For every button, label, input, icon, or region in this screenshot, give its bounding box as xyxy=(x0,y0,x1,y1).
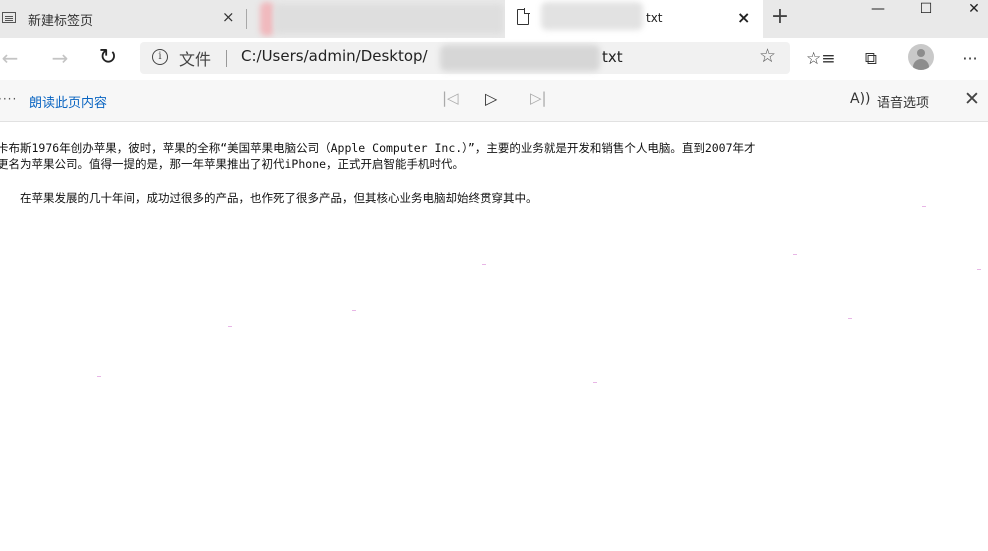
avatar-body-shape xyxy=(913,59,929,70)
redaction-blur xyxy=(274,4,504,34)
decorative-speck xyxy=(922,206,926,207)
favorites-icon[interactable]: ☆≡ xyxy=(806,45,835,73)
close-window-button[interactable]: ✕ xyxy=(951,0,988,32)
decorative-speck xyxy=(793,254,797,255)
tab-strip: 新建标签页 × txt × + — ☐ ✕ xyxy=(0,0,988,38)
previous-paragraph-icon[interactable]: |◁ xyxy=(442,89,459,107)
tab-divider xyxy=(246,9,247,29)
address-divider xyxy=(226,50,227,67)
decorative-speck xyxy=(482,264,486,265)
collections-icon[interactable]: ⧉ xyxy=(857,45,885,73)
document-icon xyxy=(517,8,530,25)
tab-new-tab[interactable]: 新建标签页 × xyxy=(0,0,248,38)
tab-close-icon[interactable]: × xyxy=(737,8,750,27)
file-scheme-label: 文件 xyxy=(179,50,212,69)
address-bar[interactable]: i 文件 C:/Users/admin/Desktop/ txt ☆ xyxy=(140,42,790,74)
decorative-speck xyxy=(848,318,852,319)
decorative-speck xyxy=(97,376,101,377)
read-aloud-button[interactable]: 朗读此页内容 xyxy=(29,92,107,111)
decorative-speck xyxy=(352,310,356,311)
forward-button[interactable]: → xyxy=(46,44,74,72)
voice-options-icon[interactable]: A)) xyxy=(850,91,871,107)
decorative-speck xyxy=(228,326,232,327)
voice-options-button[interactable]: 语音选项 xyxy=(877,92,929,111)
new-tab-button[interactable]: + xyxy=(768,4,792,29)
tab-redacted[interactable] xyxy=(252,0,504,38)
document-content: 卡布斯1976年创办苹果，彼时，苹果的全称“美国苹果电脑公司（Apple Com… xyxy=(0,124,988,551)
url-suffix[interactable]: txt xyxy=(602,48,623,66)
navigation-toolbar: ← → ↻ i 文件 C:/Users/admin/Desktop/ txt ☆… xyxy=(0,38,988,80)
redaction-blur xyxy=(541,2,643,30)
reader-menu-dots-icon[interactable]: ···· xyxy=(0,92,17,106)
back-button[interactable]: ← xyxy=(0,44,24,72)
redaction-blur xyxy=(440,45,600,71)
url-text[interactable]: C:/Users/admin/Desktop/ xyxy=(241,47,428,65)
more-options-icon[interactable]: ··· xyxy=(956,45,984,73)
new-tab-page-icon xyxy=(2,12,16,23)
decorative-speck xyxy=(977,269,981,270)
tab-close-icon[interactable]: × xyxy=(222,8,235,26)
immersive-reader-bar: ···· 朗读此页内容 |◁ ▷ ▷| A)) 语音选项 ✕ xyxy=(0,80,988,122)
close-reader-icon[interactable]: ✕ xyxy=(964,88,980,110)
next-paragraph-icon[interactable]: ▷| xyxy=(530,89,547,107)
text-line: 在苹果发展的几十年间，成功过很多的产品，也作死了很多产品，但其核心业务电脑却始终… xyxy=(20,191,538,205)
avatar-head-shape xyxy=(917,49,925,57)
tab-title: txt xyxy=(646,11,663,25)
profile-avatar[interactable] xyxy=(908,44,934,70)
info-icon[interactable]: i xyxy=(152,49,168,65)
refresh-button[interactable]: ↻ xyxy=(94,44,122,72)
decorative-speck xyxy=(593,382,597,383)
minimize-button[interactable]: — xyxy=(855,0,901,32)
play-icon[interactable]: ▷ xyxy=(485,89,497,108)
redaction-blur xyxy=(260,2,274,36)
add-favorite-star-icon[interactable]: ☆ xyxy=(759,45,776,67)
text-line: 卡布斯1976年创办苹果，彼时，苹果的全称“美国苹果电脑公司（Apple Com… xyxy=(0,141,756,155)
maximize-button[interactable]: ☐ xyxy=(903,0,949,32)
tab-active-txt[interactable]: txt × xyxy=(505,0,763,38)
tab-title: 新建标签页 xyxy=(28,14,94,29)
text-line: 更名为苹果公司。值得一提的是，那一年苹果推出了初代iPhone，正式开启智能手机… xyxy=(0,157,465,171)
